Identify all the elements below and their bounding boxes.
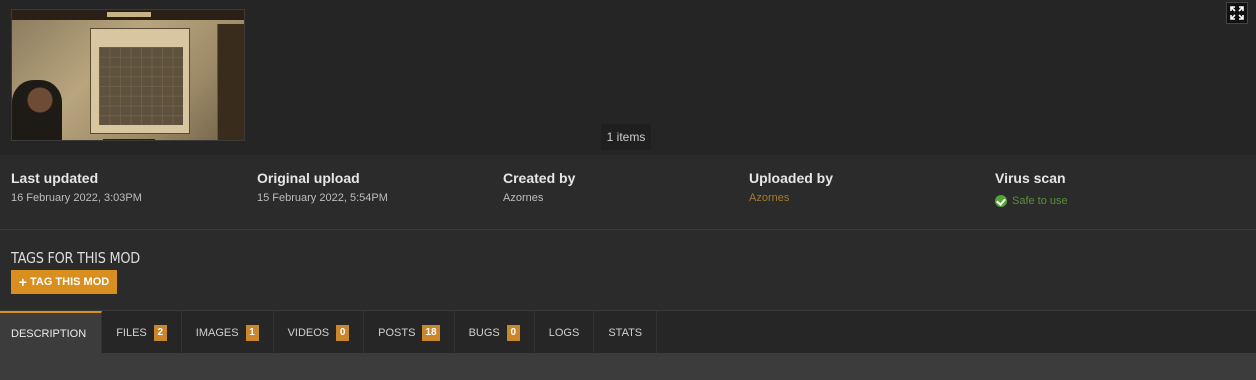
mod-thumbnail[interactable] bbox=[11, 9, 245, 141]
virus-scan-text: Safe to use bbox=[1012, 195, 1068, 207]
tab-bugs[interactable]: BUGS 0 bbox=[455, 311, 535, 354]
thumbnail-sidebar bbox=[217, 24, 244, 140]
count-badge: 0 bbox=[506, 324, 520, 341]
tab-description[interactable]: DESCRIPTION bbox=[0, 311, 103, 354]
tab-logs[interactable]: LOGS bbox=[535, 311, 595, 354]
tab-label: BUGS bbox=[468, 326, 500, 339]
stat-label: Created by bbox=[503, 170, 576, 186]
fullscreen-button[interactable] bbox=[1226, 2, 1248, 24]
tags-section: TAGS FOR THIS MOD + TAG THIS MOD bbox=[0, 231, 1256, 310]
stat-label: Last updated bbox=[11, 170, 99, 186]
mod-stats: Last updated 16 February 2022, 3:03PM Or… bbox=[0, 155, 1256, 230]
tab-label: IMAGES bbox=[195, 326, 239, 339]
stat-virus-scan: Virus scan Safe to use bbox=[995, 170, 1068, 207]
tag-button-label: TAG THIS MOD bbox=[29, 276, 110, 288]
check-circle-icon bbox=[995, 195, 1007, 207]
stat-label: Original upload bbox=[257, 170, 360, 186]
count-badge: 0 bbox=[336, 324, 350, 341]
stat-uploaded-by: Uploaded by Azornes bbox=[749, 170, 833, 204]
tab-files[interactable]: FILES 2 bbox=[102, 311, 182, 354]
tab-posts[interactable]: POSTS 18 bbox=[364, 311, 455, 354]
stat-last-updated: Last updated 16 February 2022, 3:03PM bbox=[11, 170, 142, 204]
count-badge: 1 bbox=[245, 324, 259, 341]
stat-label: Virus scan bbox=[995, 170, 1066, 186]
tab-stats[interactable]: STATS bbox=[594, 311, 658, 354]
tags-heading: TAGS FOR THIS MOD bbox=[11, 249, 140, 267]
stat-label: Uploaded by bbox=[749, 170, 834, 186]
tab-label: VIDEOS bbox=[287, 326, 330, 339]
uploader-link[interactable]: Azornes bbox=[749, 192, 833, 204]
tab-label: FILES bbox=[116, 326, 147, 339]
tab-label: LOGS bbox=[548, 326, 580, 339]
tab-label: POSTS bbox=[378, 326, 416, 339]
stat-value: 15 February 2022, 5:54PM bbox=[257, 192, 388, 204]
tab-label: STATS bbox=[608, 326, 643, 339]
count-badge: 18 bbox=[422, 324, 440, 341]
tab-content-area bbox=[0, 353, 1256, 380]
creator-name: Azornes bbox=[503, 192, 544, 204]
gallery-items-count: 1 items bbox=[601, 124, 651, 150]
plus-icon: + bbox=[18, 274, 27, 290]
mod-tabs: DESCRIPTION FILES 2 IMAGES 1 VIDEOS 0 PO… bbox=[0, 310, 1256, 354]
virus-scan-status: Safe to use bbox=[995, 195, 1068, 207]
tab-images[interactable]: IMAGES 1 bbox=[182, 311, 274, 354]
thumbnail-panel bbox=[90, 28, 190, 140]
stat-value: 16 February 2022, 3:03PM bbox=[11, 192, 142, 204]
image-gallery: 1 items bbox=[0, 0, 1256, 155]
tab-label: DESCRIPTION bbox=[11, 327, 87, 340]
thumbnail-titlebar bbox=[12, 10, 244, 20]
tag-this-mod-button[interactable]: + TAG THIS MOD bbox=[11, 270, 117, 294]
stat-original-upload: Original upload 15 February 2022, 5:54PM bbox=[257, 170, 388, 204]
count-badge: 2 bbox=[153, 324, 167, 341]
expand-icon bbox=[1230, 6, 1244, 20]
thumbnail-portrait bbox=[12, 80, 62, 140]
tab-videos[interactable]: VIDEOS 0 bbox=[274, 311, 365, 354]
stat-created-by: Created by Azornes bbox=[503, 170, 575, 204]
